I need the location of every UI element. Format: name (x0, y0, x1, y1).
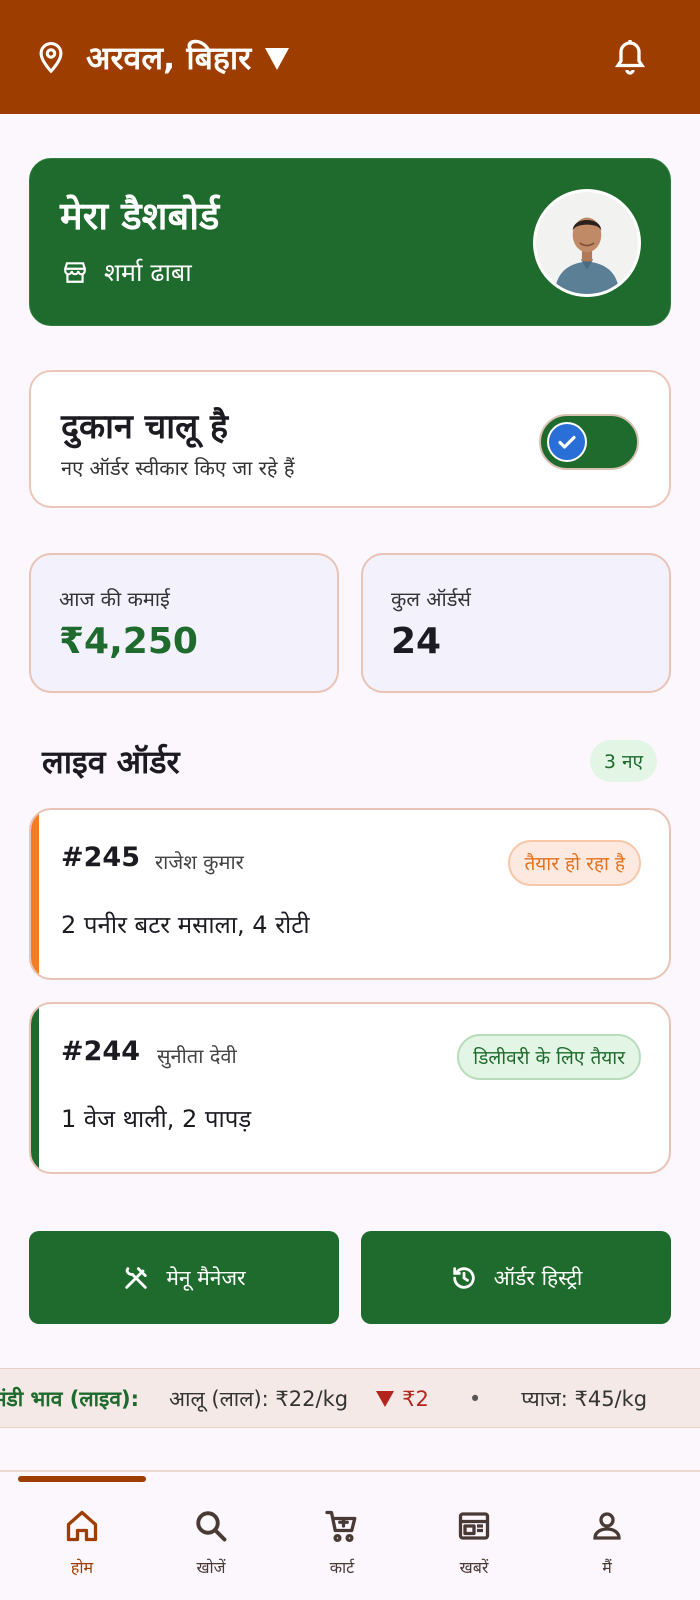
ticker-change: ₹2 (376, 1387, 429, 1411)
search-icon (196, 1511, 227, 1542)
ticker-separator: • (468, 1387, 482, 1411)
order-status-badge: डिलीवरी के लिए तैयार (457, 1034, 641, 1080)
person-photo (536, 192, 638, 294)
nav-cart-label: कार्ट (329, 1558, 355, 1577)
live-orders-title: लाइव ऑर्डर (42, 743, 180, 781)
nav-news-label: खबरें (459, 1558, 489, 1577)
new-orders-badge: 3 नए (589, 740, 657, 782)
price-down-icon (376, 1391, 395, 1407)
earnings-label: आज की कमाई (59, 587, 170, 611)
profile-avatar[interactable] (533, 189, 641, 297)
total-orders-label: कुल ऑर्डर्स (391, 587, 471, 611)
order-history-label: ऑर्डर हिस्ट्री (493, 1265, 583, 1290)
location-pin-icon (39, 41, 63, 74)
order-id: #245 (61, 842, 140, 873)
location-label: अरवल, बिहार (86, 38, 252, 77)
order-customer: राजेश कुमार (155, 850, 244, 874)
dashboard-title: मेरा डैशबोर्ड (60, 194, 220, 238)
order-card[interactable]: #244 सुनीता देवी डिलीवरी के लिए तैयार 1 … (29, 1002, 671, 1174)
check-icon (558, 435, 576, 449)
shop-name: शर्मा ढाबा (104, 258, 192, 287)
nav-active-indicator (18, 1476, 146, 1482)
cart-icon (325, 1510, 357, 1543)
order-items: 1 वेज थाली, 2 पापड़ (61, 1105, 252, 1133)
earnings-card: आज की कमाई ₹4,250 (29, 553, 339, 693)
total-orders-value: 24 (391, 621, 442, 662)
order-history-button[interactable]: ऑर्डर हिस्ट्री (361, 1231, 671, 1324)
nav-home-label: होम (70, 1558, 94, 1577)
menu-manager-button[interactable]: मेनू मैनेजर (29, 1231, 339, 1324)
app-header: अरवल, बिहार (0, 0, 700, 114)
order-items: 2 पनीर बटर मसाला, 4 रोटी (61, 911, 310, 939)
nav-home[interactable]: होम (22, 1508, 142, 1578)
store-icon (64, 262, 86, 283)
shop-status-card: दुकान चालू है नए ऑर्डर स्वीकार किए जा रह… (29, 370, 671, 508)
total-orders-card: कुल ऑर्डर्स 24 (361, 553, 671, 693)
ticker-label: मंडी भाव (लाइव): (0, 1387, 139, 1411)
shop-status-title: दुकान चालू है (61, 407, 229, 447)
home-icon (66, 1510, 98, 1542)
order-id: #244 (61, 1036, 140, 1067)
shop-open-toggle[interactable] (539, 414, 639, 470)
toggle-knob (547, 422, 587, 462)
order-status-badge: तैयार हो रहा है (508, 840, 641, 886)
order-accent-bar (31, 1004, 39, 1172)
notification-bell-icon[interactable] (612, 38, 648, 78)
bottom-navigation: होम खोजें कार्ट खबरें मैं (0, 1470, 700, 1600)
shop-status-subtitle: नए ऑर्डर स्वीकार किए जा रहे हैं (61, 456, 295, 480)
order-accent-bar (31, 810, 39, 978)
ticker-change-value: ₹2 (402, 1387, 429, 1411)
newspaper-icon (458, 1512, 490, 1540)
shop-name-row: शर्मा ढाबा (62, 255, 192, 289)
nav-search-label: खोजें (196, 1558, 226, 1577)
menu-manager-label: मेनू मैनेजर (166, 1265, 246, 1290)
dropdown-arrow-icon (265, 48, 290, 70)
ticker-item: आलू (लाल): ₹22/kg (169, 1387, 349, 1411)
mandi-price-ticker: मंडी भाव (लाइव): आलू (लाल): ₹22/kg ₹2 • … (0, 1368, 700, 1428)
dashboard-card: मेरा डैशबोर्ड शर्मा ढाबा (29, 158, 671, 326)
nav-cart[interactable]: कार्ट (282, 1508, 402, 1578)
location-selector[interactable]: अरवल, बिहार (34, 36, 290, 79)
ticker-item: प्याज: ₹45/kg (521, 1387, 648, 1411)
history-icon (452, 1266, 475, 1289)
nav-news[interactable]: खबरें (414, 1508, 534, 1578)
order-customer: सुनीता देवी (157, 1044, 237, 1068)
nav-profile[interactable]: मैं (547, 1508, 667, 1578)
fork-knife-icon (125, 1266, 148, 1289)
nav-profile-label: मैं (602, 1558, 612, 1577)
earnings-value: ₹4,250 (59, 621, 198, 662)
order-card[interactable]: #245 राजेश कुमार तैयार हो रहा है 2 पनीर … (29, 808, 671, 980)
nav-search[interactable]: खोजें (151, 1508, 271, 1578)
person-icon (593, 1512, 621, 1540)
